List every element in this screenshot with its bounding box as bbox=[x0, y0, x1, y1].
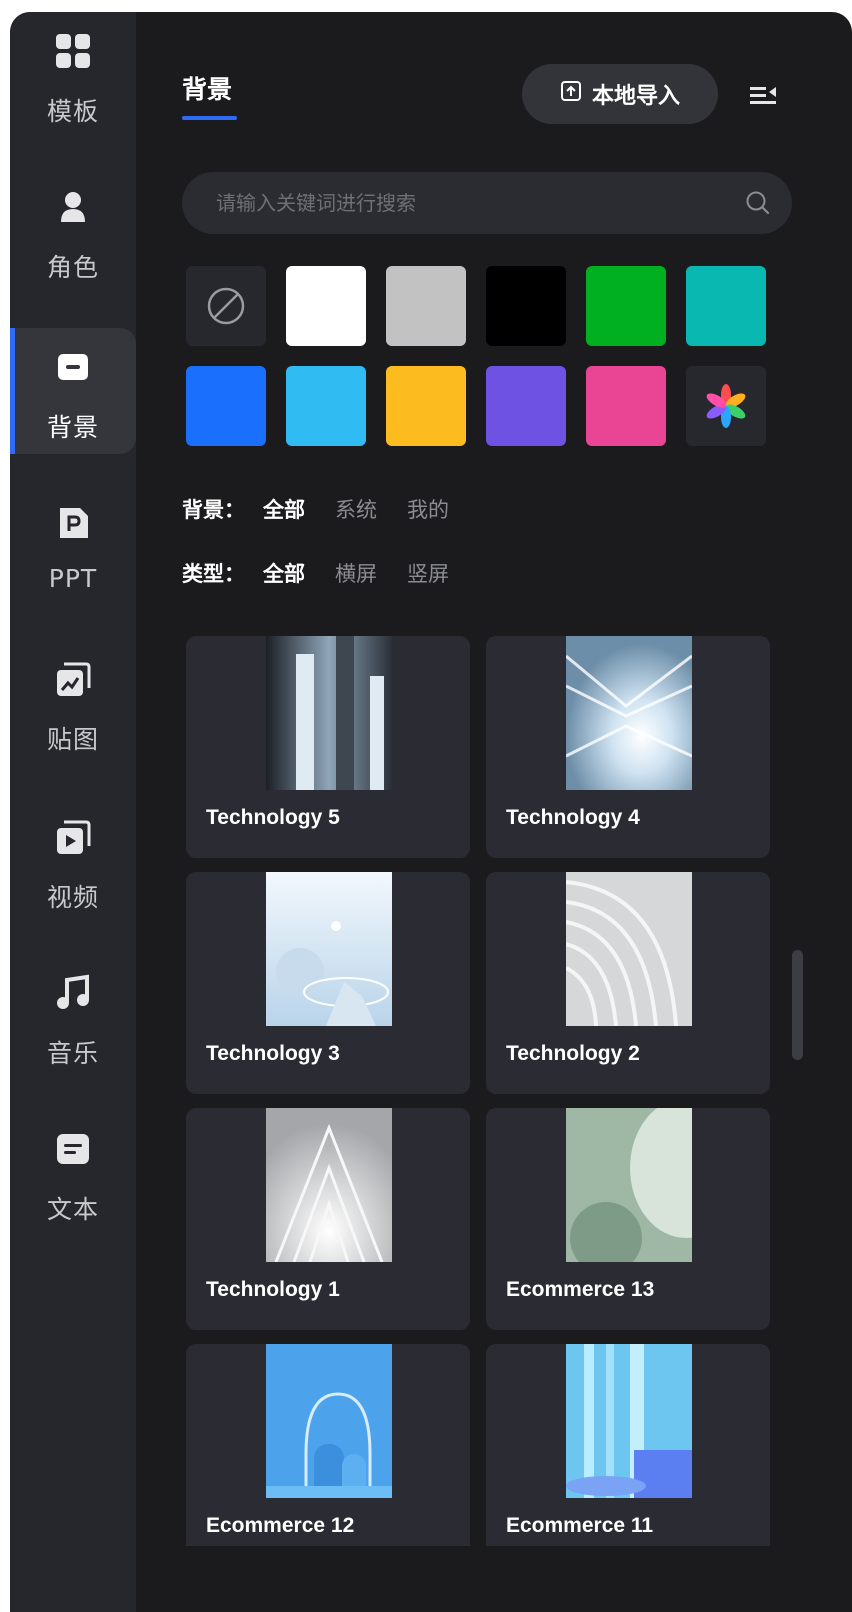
card-label: Technology 3 bbox=[206, 1042, 340, 1065]
sidebar-item-label: 角色 bbox=[46, 253, 99, 282]
background-card[interactable]: Ecommerce 13 bbox=[486, 1108, 770, 1330]
card-label: Technology 4 bbox=[506, 806, 640, 829]
search-icon[interactable] bbox=[738, 183, 778, 223]
filter-background-label: 背景： bbox=[182, 498, 245, 522]
swatch-black[interactable] bbox=[486, 266, 566, 346]
ppt-icon bbox=[54, 504, 92, 542]
grid-scrollbar-thumb[interactable] bbox=[792, 950, 803, 1060]
sidebar-item-ppt[interactable]: PPT bbox=[10, 484, 136, 610]
background-card[interactable]: Ecommerce 12 bbox=[186, 1344, 470, 1546]
card-thumbnail bbox=[566, 1344, 692, 1498]
filter-background-row: 背景： 全部 系统 我的 bbox=[182, 494, 479, 524]
swatch-purple[interactable] bbox=[486, 366, 566, 446]
template-grid-icon bbox=[54, 32, 92, 70]
card-label: Technology 5 bbox=[206, 806, 340, 829]
video-icon bbox=[54, 818, 92, 856]
background-card[interactable]: Technology 5 bbox=[186, 636, 470, 858]
swatch-none[interactable] bbox=[186, 266, 266, 346]
sticker-icon bbox=[54, 660, 92, 698]
background-card[interactable]: Technology 4 bbox=[486, 636, 770, 858]
card-thumbnail bbox=[266, 872, 392, 1026]
swatch-custom-color-picker[interactable] bbox=[686, 366, 766, 446]
sidebar-item-video[interactable]: 视频 bbox=[10, 798, 136, 924]
filter-type-landscape[interactable]: 横屏 bbox=[335, 558, 377, 588]
background-panel-app: 模板 角色 背景 PPT 贴图 视频 音乐 文本 背景 本地导入 请输入关键词进… bbox=[10, 12, 852, 1612]
local-import-label: 本地导入 bbox=[591, 84, 680, 109]
card-label: Ecommerce 12 bbox=[206, 1514, 355, 1537]
card-label: Technology 1 bbox=[206, 1278, 340, 1301]
filter-type-row: 类型： 全部 横屏 竖屏 bbox=[182, 558, 479, 588]
sidebar-item-background[interactable]: 背景 bbox=[10, 328, 136, 454]
collapse-panel-button[interactable] bbox=[748, 80, 780, 110]
background-card[interactable]: Technology 3 bbox=[186, 872, 470, 1094]
sidebar-item-label: 音乐 bbox=[46, 1039, 99, 1068]
sidebar-item-sticker[interactable]: 贴图 bbox=[10, 640, 136, 766]
sidebar-item-text[interactable]: 文本 bbox=[10, 1110, 136, 1236]
card-thumbnail bbox=[266, 1344, 392, 1498]
search-bar bbox=[182, 172, 792, 234]
sidebar: 模板 角色 背景 PPT 贴图 视频 音乐 文本 bbox=[10, 12, 136, 1612]
filter-type-all[interactable]: 全部 bbox=[263, 558, 305, 588]
sidebar-item-template[interactable]: 模板 bbox=[10, 12, 136, 138]
sidebar-item-label: 文本 bbox=[46, 1195, 99, 1224]
background-card[interactable]: Ecommerce 11 bbox=[486, 1344, 770, 1546]
card-thumbnail bbox=[266, 636, 392, 790]
filter-type-label: 类型： bbox=[182, 562, 245, 586]
text-icon bbox=[54, 1130, 92, 1168]
sidebar-item-label: PPT bbox=[48, 564, 98, 593]
card-thumbnail bbox=[566, 872, 692, 1026]
card-thumbnail bbox=[266, 1108, 392, 1262]
filter-background-all[interactable]: 全部 bbox=[263, 494, 305, 524]
swatch-blue[interactable] bbox=[186, 366, 266, 446]
swatch-gray[interactable] bbox=[386, 266, 466, 346]
sidebar-item-label: 背景 bbox=[46, 413, 99, 442]
swatch-pink[interactable] bbox=[586, 366, 666, 446]
local-import-button[interactable]: 本地导入 bbox=[522, 64, 718, 124]
upload-icon bbox=[560, 80, 582, 108]
background-icon bbox=[54, 348, 92, 386]
background-card[interactable]: Technology 1 bbox=[186, 1108, 470, 1330]
swatch-green[interactable] bbox=[586, 266, 666, 346]
background-card[interactable]: Technology 2 bbox=[486, 872, 770, 1094]
swatch-teal[interactable] bbox=[686, 266, 766, 346]
no-color-icon bbox=[204, 284, 248, 333]
collapse-menu-icon bbox=[748, 87, 780, 114]
background-grid: Technology 5 Technology 4 Technology 3 T… bbox=[186, 636, 786, 1546]
filter-background-mine[interactable]: 我的 bbox=[407, 494, 449, 524]
swatch-white[interactable] bbox=[286, 266, 366, 346]
card-label: Technology 2 bbox=[506, 1042, 640, 1065]
music-note-icon bbox=[54, 974, 92, 1012]
swatch-sky-blue[interactable] bbox=[286, 366, 366, 446]
card-label: Ecommerce 13 bbox=[506, 1278, 655, 1301]
filter-background-system[interactable]: 系统 bbox=[335, 494, 377, 524]
card-thumbnail bbox=[566, 636, 692, 790]
swatch-yellow[interactable] bbox=[386, 366, 466, 446]
sidebar-item-label: 模板 bbox=[46, 97, 99, 126]
card-label: Ecommerce 11 bbox=[506, 1514, 654, 1537]
tab-background[interactable]: 背景 bbox=[182, 70, 232, 106]
sidebar-item-music[interactable]: 音乐 bbox=[10, 954, 136, 1080]
card-thumbnail bbox=[566, 1108, 692, 1262]
person-icon bbox=[54, 188, 92, 226]
filter-type-portrait[interactable]: 竖屏 bbox=[407, 558, 449, 588]
color-picker-icon bbox=[702, 382, 750, 435]
sidebar-item-character[interactable]: 角色 bbox=[10, 168, 136, 294]
sidebar-item-label: 视频 bbox=[46, 883, 99, 912]
active-tab-indicator bbox=[182, 116, 237, 120]
sidebar-item-label: 贴图 bbox=[46, 725, 99, 754]
search-input[interactable] bbox=[182, 172, 738, 234]
